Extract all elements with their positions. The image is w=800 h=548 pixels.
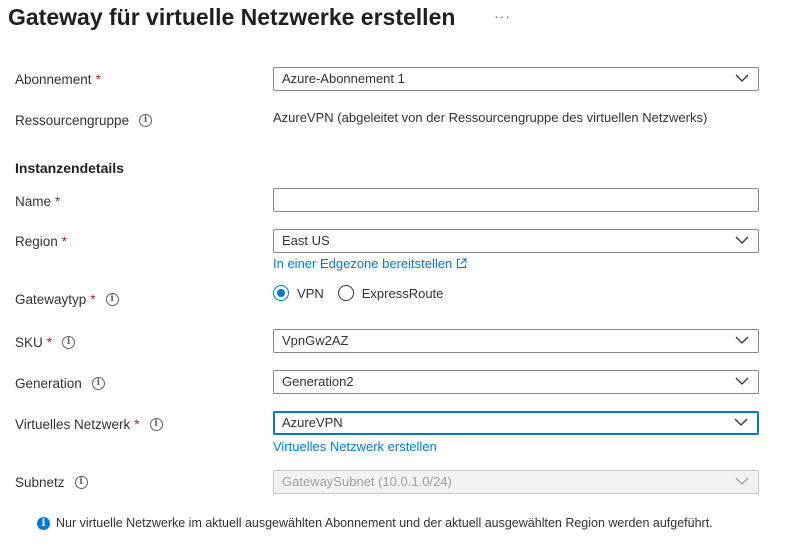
subnet-dropdown: GatewaySubnet (10.0.1.0/24) [273, 470, 759, 494]
sku-value: VpnGw2AZ [282, 333, 349, 348]
edge-zone-link-text: In einer Edgezone bereitstellen [273, 256, 453, 271]
gateway-type-label-text: Gatewaytyp [15, 292, 87, 307]
generation-dropdown[interactable]: Generation2 [273, 370, 759, 394]
required-marker: * [95, 72, 101, 87]
virtual-network-dropdown[interactable]: AzureVPN [273, 411, 759, 435]
chevron-down-icon [734, 418, 748, 426]
info-icon[interactable]: i [91, 377, 105, 390]
name-label-text: Name [15, 194, 52, 209]
region-label: Region * [15, 234, 67, 249]
chevron-down-icon [735, 477, 749, 485]
radio-checked-icon [273, 285, 289, 301]
sku-dropdown[interactable]: VpnGw2AZ [273, 329, 759, 353]
resource-group-label: Ressourcengruppe i [15, 113, 153, 128]
info-icon[interactable]: i [105, 293, 119, 306]
region-label-text: Region [15, 234, 58, 249]
region-dropdown[interactable]: East US [273, 229, 759, 253]
generation-value: Generation2 [282, 374, 354, 389]
virtual-network-label: Virtuelles Netzwerk * i [15, 417, 163, 432]
gateway-type-option-expressroute-label: ExpressRoute [361, 285, 444, 301]
generation-label: Generation i [15, 376, 105, 391]
info-icon[interactable]: i [74, 476, 88, 489]
instance-details-heading: Instanzendetails [15, 160, 124, 176]
edge-zone-link[interactable]: In einer Edgezone bereitstellen [273, 256, 467, 271]
required-marker: * [90, 292, 96, 307]
radio-unchecked-icon [337, 285, 354, 301]
subscription-dropdown[interactable]: Azure-Abonnement 1 [273, 67, 759, 91]
info-icon[interactable]: i [62, 336, 76, 349]
info-icon[interactable]: i [139, 114, 153, 127]
subscription-label: Abonnement * [15, 72, 101, 87]
sku-label: SKU * i [15, 335, 76, 350]
create-virtual-network-link-text: Virtuelles Netzwerk erstellen [273, 439, 437, 454]
subnet-label: Subnetz i [15, 475, 88, 490]
subnet-label-text: Subnetz [15, 475, 65, 490]
gateway-type-option-vpn-label: VPN [297, 285, 324, 301]
region-value: East US [282, 233, 330, 248]
info-filled-icon: i [37, 516, 50, 530]
info-note: i Nur virtuelle Netzwerke im aktuell aus… [37, 516, 713, 530]
required-marker: * [46, 335, 53, 350]
gateway-type-option-vpn[interactable]: VPN [273, 285, 324, 301]
external-link-icon [457, 258, 467, 268]
page-title: Gateway für virtuelle Netzwerke erstelle… [8, 4, 456, 30]
required-marker: * [55, 194, 61, 209]
chevron-down-icon [735, 74, 749, 82]
create-vnet-gateway-page: Gateway für virtuelle Netzwerke erstelle… [0, 0, 800, 548]
info-note-text: Nur virtuelle Netzwerke im aktuell ausge… [56, 516, 713, 530]
more-options-icon[interactable]: ··· [494, 8, 511, 24]
generation-label-text: Generation [15, 376, 82, 391]
subscription-value: Azure-Abonnement 1 [282, 71, 405, 86]
subscription-label-text: Abonnement [15, 72, 92, 87]
chevron-down-icon [735, 377, 749, 385]
virtual-network-label-text: Virtuelles Netzwerk [15, 417, 131, 432]
resource-group-value: AzureVPN (abgeleitet von der Ressourceng… [273, 110, 708, 125]
resource-group-label-text: Ressourcengruppe [15, 113, 130, 128]
gateway-type-label: Gatewaytyp * i [15, 292, 119, 307]
gateway-type-option-expressroute[interactable]: ExpressRoute [337, 285, 444, 301]
info-icon[interactable]: i [149, 418, 163, 431]
chevron-down-icon [735, 236, 749, 244]
subnet-value: GatewaySubnet (10.0.1.0/24) [282, 474, 452, 489]
create-virtual-network-link[interactable]: Virtuelles Netzwerk erstellen [273, 439, 437, 454]
virtual-network-value: AzureVPN [282, 415, 343, 430]
chevron-down-icon [735, 336, 749, 344]
name-input[interactable] [273, 188, 759, 212]
gateway-type-radio-group: VPN ExpressRoute [273, 285, 457, 301]
required-marker: * [61, 234, 68, 249]
sku-label-text: SKU [15, 335, 43, 350]
name-label: Name * [15, 194, 60, 209]
required-marker: * [134, 417, 140, 432]
